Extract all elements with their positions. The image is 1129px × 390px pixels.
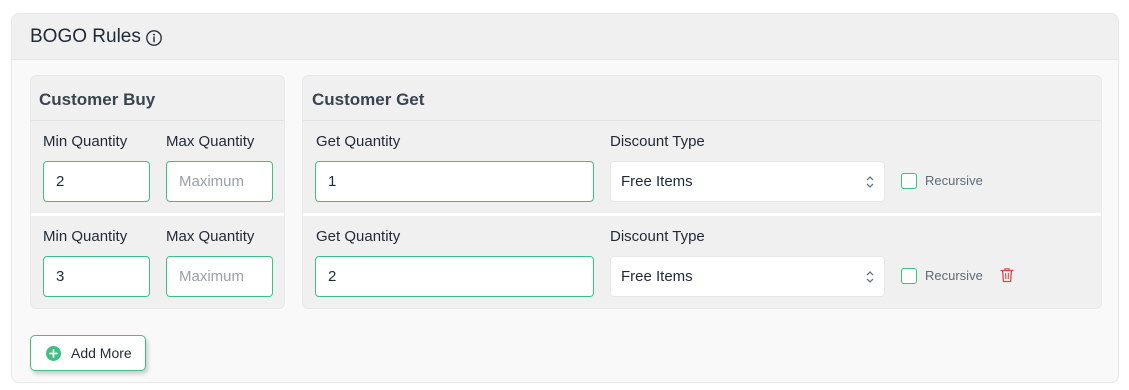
customer-get-title: Customer Get xyxy=(312,90,425,109)
discount-type-value: Free Items xyxy=(621,268,693,285)
recursive-checkbox[interactable] xyxy=(901,173,917,189)
divider xyxy=(303,120,1101,121)
min-quantity-input[interactable]: 3 xyxy=(43,256,150,297)
recursive-label: Recursive xyxy=(925,173,983,188)
customer-buy-title: Customer Buy xyxy=(39,90,156,109)
discount-type-select[interactable]: Free Items xyxy=(610,161,885,202)
discount-type-select[interactable]: Free Items xyxy=(610,256,885,297)
get-quantity-input[interactable]: 2 xyxy=(315,256,594,297)
min-quantity-input[interactable]: 2 xyxy=(43,161,150,202)
discount-type-label: Discount Type xyxy=(610,133,705,150)
get-quantity-label: Get Quantity xyxy=(316,228,401,245)
discount-type-label: Discount Type xyxy=(610,228,705,245)
customer-get-panel: Customer Get Get Quantity Discount Type … xyxy=(302,75,1102,309)
min-quantity-label: Min Quantity xyxy=(43,228,128,245)
customer-buy-panel: Customer Buy Min Quantity Max Quantity 2… xyxy=(30,75,285,309)
card-title: BOGO Rules xyxy=(30,26,141,47)
select-arrows-icon xyxy=(866,271,874,283)
recursive-checkbox[interactable] xyxy=(901,268,917,284)
trash-icon[interactable] xyxy=(1000,267,1014,283)
bogo-rules-card: BOGO Rules Customer Buy Min Quantity Max… xyxy=(11,13,1119,383)
discount-type-value: Free Items xyxy=(621,173,693,190)
add-more-label: Add More xyxy=(71,345,132,361)
row-separator xyxy=(303,213,1101,216)
min-quantity-label: Min Quantity xyxy=(43,133,128,150)
card-header: BOGO Rules xyxy=(12,14,1118,60)
get-quantity-input[interactable]: 1 xyxy=(315,161,594,202)
select-arrows-icon xyxy=(866,176,874,188)
max-quantity-label: Max Quantity xyxy=(166,133,255,150)
info-circle-icon[interactable] xyxy=(145,29,163,47)
divider xyxy=(31,120,284,121)
row-separator xyxy=(31,213,284,216)
get-quantity-label: Get Quantity xyxy=(316,133,401,150)
recursive-label: Recursive xyxy=(925,268,983,283)
max-quantity-input[interactable]: Maximum xyxy=(166,256,273,297)
add-more-button[interactable]: Add More xyxy=(30,335,146,371)
max-quantity-label: Max Quantity xyxy=(166,228,255,245)
plus-circle-icon xyxy=(46,346,61,361)
max-quantity-input[interactable]: Maximum xyxy=(166,161,273,202)
